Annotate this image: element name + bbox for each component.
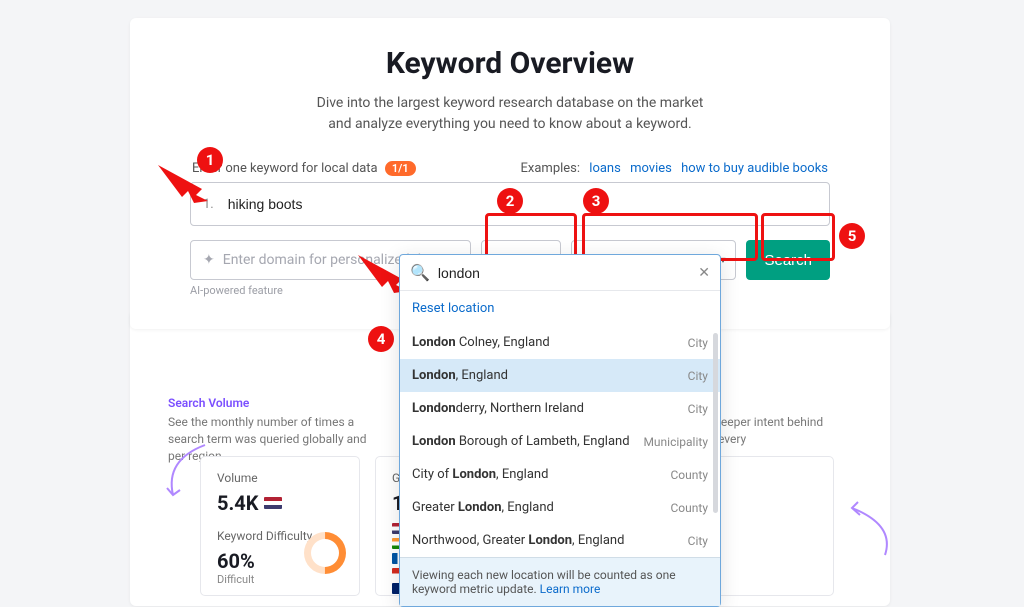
search-icon: 🔍 (410, 263, 430, 282)
dropdown-item[interactable]: London Borough of Lambeth, EnglandMunici… (400, 425, 720, 458)
annotation-arrow-1 (158, 165, 218, 205)
page-subtitle: Dive into the largest keyword research d… (190, 93, 830, 135)
scrollbar[interactable] (713, 333, 718, 513)
decorative-arrow-right (840, 500, 900, 560)
input-header: Enter one keyword for local data 1/1 Exa… (190, 161, 830, 176)
sparkle-icon: ✦ (203, 252, 215, 268)
dropdown-item[interactable]: London, EnglandCity (400, 359, 720, 392)
search-button[interactable]: Search (746, 240, 830, 280)
annotation-5: 5 (839, 223, 865, 249)
volume-label: Volume (217, 471, 343, 485)
examples-row: Examples: loans movies how to buy audibl… (521, 161, 828, 176)
dropdown-search-row: 🔍 ✕ (400, 255, 720, 291)
kd-difficulty: Difficult (217, 573, 343, 586)
clear-search-icon[interactable]: ✕ (698, 265, 710, 281)
volume-value: 5.4K (217, 491, 343, 515)
reset-location-link[interactable]: Reset location (400, 291, 720, 326)
example-link-loans[interactable]: loans (589, 161, 621, 176)
annotation-2: 2 (497, 188, 523, 214)
location-dropdown: 🔍 ✕ Reset location London Colney, Englan… (399, 254, 721, 607)
dropdown-item[interactable]: Londonderry, Northern IrelandCity (400, 392, 720, 425)
dropdown-item[interactable]: London Colney, EnglandCity (400, 326, 720, 359)
annotation-3: 3 (583, 188, 609, 214)
us-flag-icon (264, 497, 282, 509)
dropdown-item[interactable]: City of London, EnglandCounty (400, 458, 720, 491)
example-link-audible[interactable]: how to buy audible books (681, 161, 828, 176)
dropdown-item[interactable]: Northwood, Greater London, EnglandCity (400, 524, 720, 557)
metrics-row: Volume 5.4K Keyword Difficulty 60% Diffi… (200, 456, 360, 596)
dropdown-footer: Viewing each new location will be counte… (400, 557, 720, 606)
dropdown-list[interactable]: London Colney, EnglandCity London, Engla… (400, 326, 720, 557)
sv-tooltip-title: Search Volume (168, 396, 378, 410)
intent-side-text: leeper intent behind every (718, 414, 848, 448)
chevron-down-icon: ▾ (720, 255, 725, 266)
dropdown-item[interactable]: Greater London, EnglandCounty (400, 491, 720, 524)
keyword-count-badge: 1/1 (385, 161, 416, 176)
annotation-4: 4 (368, 326, 394, 352)
page-title: Keyword Overview (190, 46, 830, 81)
example-link-movies[interactable]: movies (630, 161, 672, 176)
dropdown-search-input[interactable] (438, 265, 690, 281)
volume-metric-box: Volume 5.4K Keyword Difficulty 60% Diffi… (200, 456, 360, 596)
learn-more-link[interactable]: Learn more (540, 582, 601, 596)
